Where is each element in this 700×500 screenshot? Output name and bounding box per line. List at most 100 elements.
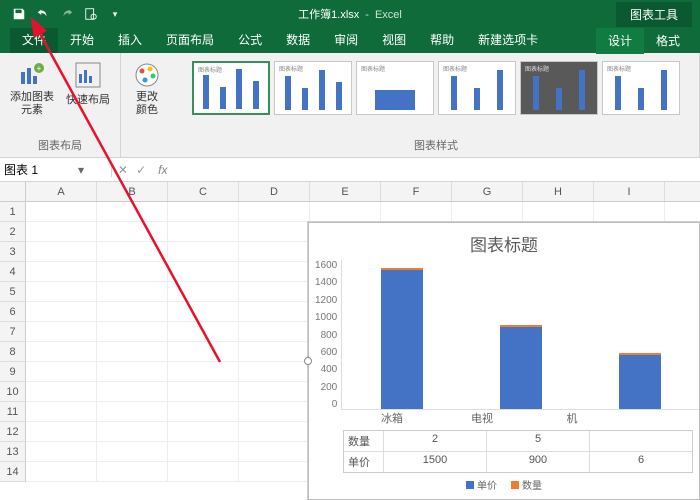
cell[interactable] (97, 402, 168, 422)
cell[interactable] (239, 222, 310, 242)
name-box-dropdown-icon[interactable]: ▾ (74, 163, 88, 177)
row-header[interactable]: 5 (0, 282, 26, 302)
cell[interactable] (239, 402, 310, 422)
row-header[interactable]: 4 (0, 262, 26, 282)
name-box-input[interactable] (4, 163, 74, 177)
tab-data[interactable]: 数据 (274, 27, 322, 53)
cell[interactable] (168, 222, 239, 242)
row-header[interactable]: 2 (0, 222, 26, 242)
row-header[interactable]: 1 (0, 202, 26, 222)
style-thumb-2[interactable]: 图表标题 (274, 61, 352, 115)
cell[interactable] (97, 382, 168, 402)
tab-help[interactable]: 帮助 (418, 27, 466, 53)
col-I[interactable]: I (594, 182, 665, 201)
add-chart-element-button[interactable]: + 添加图表 元素 (6, 57, 58, 119)
undo-icon[interactable] (32, 3, 54, 25)
col-D[interactable]: D (239, 182, 310, 201)
cell[interactable] (239, 422, 310, 442)
cell[interactable] (168, 302, 239, 322)
cell[interactable] (26, 302, 97, 322)
chart-title[interactable]: 图表标题 (309, 223, 699, 260)
cell[interactable] (239, 362, 310, 382)
col-H[interactable]: H (523, 182, 594, 201)
row-header[interactable]: 12 (0, 422, 26, 442)
row-header[interactable]: 10 (0, 382, 26, 402)
cell[interactable] (26, 402, 97, 422)
cell[interactable] (26, 442, 97, 462)
cell[interactable] (97, 202, 168, 222)
tab-custom[interactable]: 新建选项卡 (466, 27, 550, 53)
cell[interactable] (26, 202, 97, 222)
cell[interactable] (97, 282, 168, 302)
cell[interactable] (239, 262, 310, 282)
row-header[interactable]: 6 (0, 302, 26, 322)
tab-home[interactable]: 开始 (58, 27, 106, 53)
select-all-corner[interactable] (0, 182, 26, 201)
cell[interactable] (168, 322, 239, 342)
embedded-chart[interactable]: 图表标题 16001400120010008006004002000 冰箱电视机… (308, 222, 700, 500)
cell[interactable] (381, 202, 452, 222)
tab-insert[interactable]: 插入 (106, 27, 154, 53)
cell[interactable] (97, 242, 168, 262)
col-F[interactable]: F (381, 182, 452, 201)
tab-file[interactable]: 文件 (10, 27, 58, 53)
save-icon[interactable] (8, 3, 30, 25)
cell[interactable] (97, 462, 168, 482)
cell[interactable] (452, 202, 523, 222)
col-G[interactable]: G (452, 182, 523, 201)
col-B[interactable]: B (97, 182, 168, 201)
cell[interactable] (239, 382, 310, 402)
enter-icon[interactable]: ✓ (136, 163, 146, 177)
tab-format[interactable]: 格式 (644, 28, 692, 54)
resize-handle-left[interactable] (304, 357, 312, 365)
redo-icon[interactable] (56, 3, 78, 25)
cell[interactable] (168, 242, 239, 262)
bar[interactable] (500, 325, 542, 409)
style-thumb-5[interactable]: 图表标题 (520, 61, 598, 115)
cell[interactable] (168, 422, 239, 442)
cell[interactable] (239, 202, 310, 222)
tab-review[interactable]: 审阅 (322, 27, 370, 53)
qat-customize-icon[interactable]: ▾ (104, 3, 126, 25)
bar[interactable] (619, 353, 661, 409)
cell[interactable] (239, 462, 310, 482)
cell[interactable] (97, 422, 168, 442)
preview-icon[interactable] (80, 3, 102, 25)
row-header[interactable]: 8 (0, 342, 26, 362)
cell[interactable] (97, 342, 168, 362)
cell[interactable] (97, 442, 168, 462)
cell[interactable] (523, 202, 594, 222)
cell[interactable] (239, 322, 310, 342)
quick-layout-button[interactable]: 快速布局 (62, 57, 114, 119)
style-thumb-4[interactable]: 图表标题 (438, 61, 516, 115)
cell[interactable] (239, 342, 310, 362)
style-thumb-3[interactable]: 图表标题 (356, 61, 434, 115)
cell[interactable] (26, 222, 97, 242)
cell[interactable] (26, 362, 97, 382)
tab-view[interactable]: 视图 (370, 27, 418, 53)
style-thumb-1[interactable]: 图表标题 (192, 61, 270, 115)
row-header[interactable]: 9 (0, 362, 26, 382)
change-colors-button[interactable]: 更改 颜色 (127, 57, 167, 119)
row-header[interactable]: 7 (0, 322, 26, 342)
cell[interactable] (594, 202, 665, 222)
cell[interactable] (239, 282, 310, 302)
cell[interactable] (168, 342, 239, 362)
row-header[interactable]: 11 (0, 402, 26, 422)
cell[interactable] (168, 402, 239, 422)
col-A[interactable]: A (26, 182, 97, 201)
row-header[interactable]: 3 (0, 242, 26, 262)
col-E[interactable]: E (310, 182, 381, 201)
cell[interactable] (168, 282, 239, 302)
cell[interactable] (26, 342, 97, 362)
cell[interactable] (239, 442, 310, 462)
style-thumb-6[interactable]: 图表标题 (602, 61, 680, 115)
cell[interactable] (168, 382, 239, 402)
cancel-icon[interactable]: ✕ (118, 163, 128, 177)
col-C[interactable]: C (168, 182, 239, 201)
cell[interactable] (26, 462, 97, 482)
cell[interactable] (26, 242, 97, 262)
cell[interactable] (310, 202, 381, 222)
tab-page-layout[interactable]: 页面布局 (154, 27, 226, 53)
cell[interactable] (168, 442, 239, 462)
